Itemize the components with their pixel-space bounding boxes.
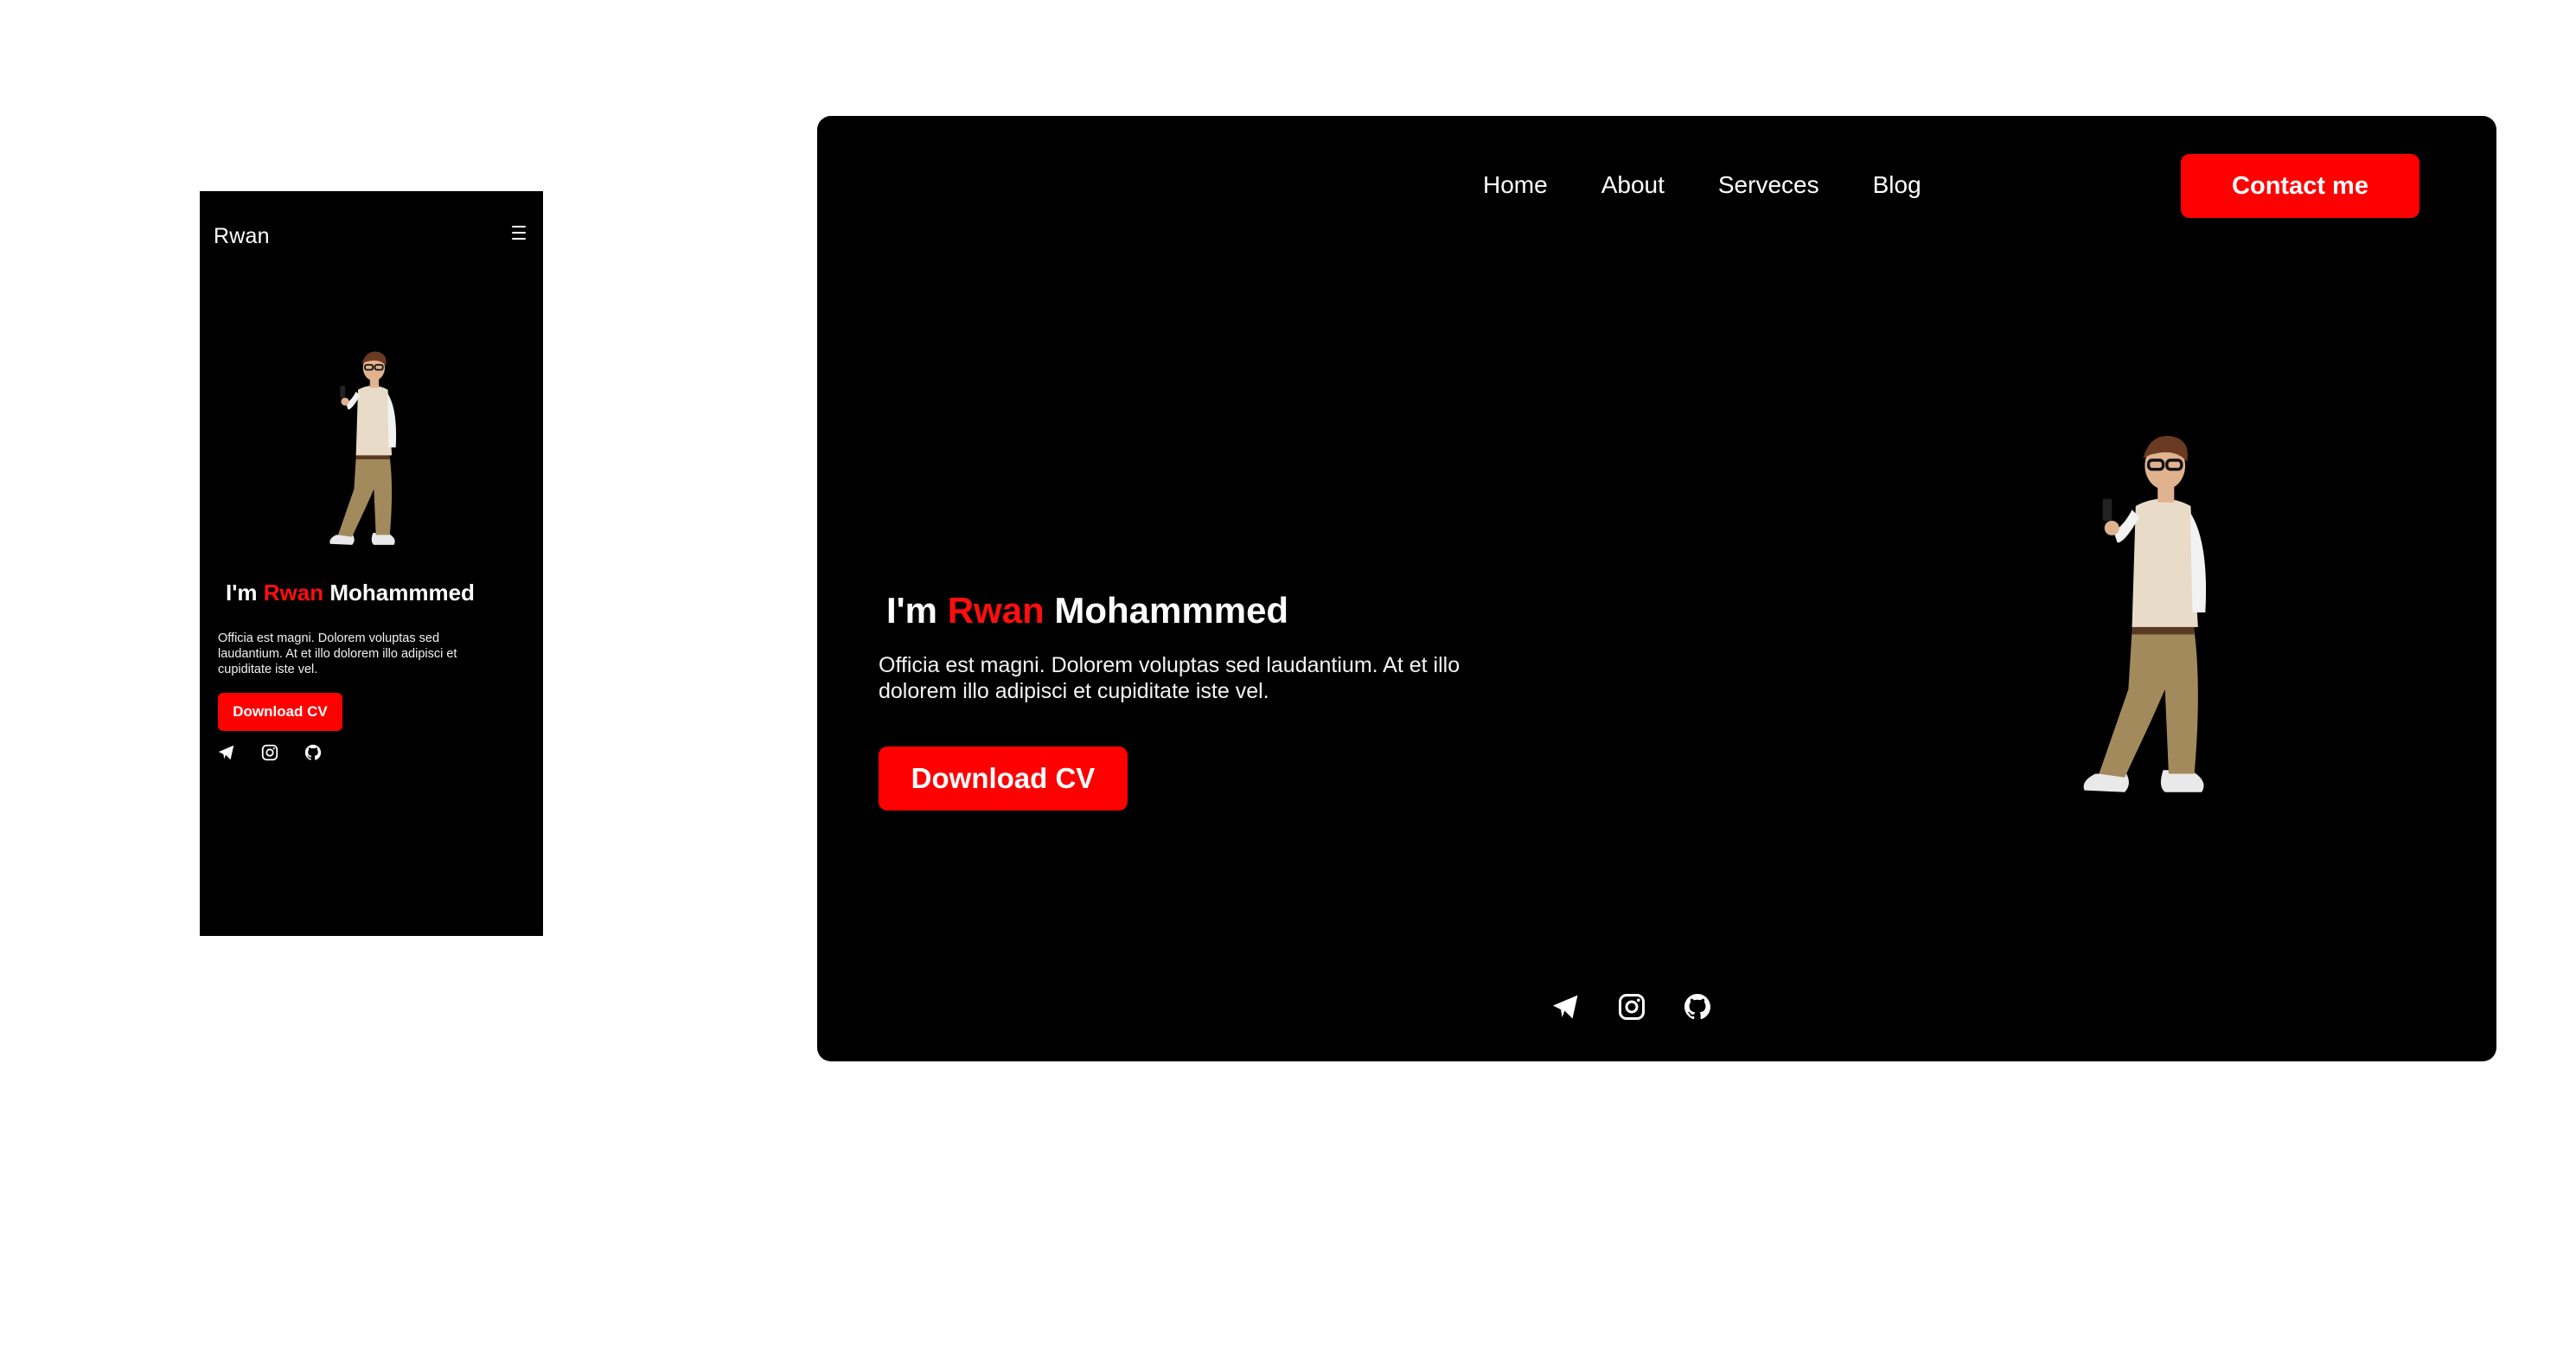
hero-last-name: Mohammmed <box>1054 590 1289 631</box>
brand-logo[interactable]: Rwan <box>214 224 270 249</box>
hero-title: I'm Rwan Mohammmed <box>886 590 1288 631</box>
download-cv-button[interactable]: Download CV <box>218 693 342 731</box>
telegram-icon[interactable] <box>1550 991 1582 1022</box>
github-icon[interactable] <box>1682 991 1713 1022</box>
hamburger-menu-icon[interactable] <box>512 226 526 240</box>
hero-last-name: Mohammmed <box>329 580 475 606</box>
hero-character-image <box>2062 414 2246 812</box>
hero-greeting: I'm <box>226 580 258 606</box>
hero-description: Officia est magni. Dolorem voluptas sed … <box>218 631 457 676</box>
github-icon[interactable] <box>304 743 323 762</box>
social-links <box>217 743 323 762</box>
telegram-icon[interactable] <box>217 743 236 762</box>
nav-item-about[interactable]: About <box>1601 171 1665 199</box>
hero-character-image <box>318 340 418 552</box>
social-links <box>1550 991 1713 1022</box>
main-nav: Home About Serveces Blog <box>1483 171 1921 199</box>
download-cv-button[interactable]: Download CV <box>879 747 1128 811</box>
hero-title: I'm Rwan Mohammmed <box>226 580 475 606</box>
instagram-icon[interactable] <box>1616 991 1647 1022</box>
nav-item-blog[interactable]: Blog <box>1873 171 1921 199</box>
hero-first-name: Rwan <box>263 580 324 606</box>
nav-item-home[interactable]: Home <box>1483 171 1548 199</box>
hero-greeting: I'm <box>886 590 938 631</box>
instagram-icon[interactable] <box>260 743 279 762</box>
desktop-frame: Home About Serveces Blog Contact me I'm … <box>817 116 2496 1061</box>
contact-me-button[interactable]: Contact me <box>2181 154 2419 218</box>
hero-first-name: Rwan <box>947 590 1045 631</box>
hero-description: Officia est magni. Dolorem voluptas sed … <box>879 653 1461 703</box>
mobile-frame: Rwan I'm Rwan Mohammmed Officia est magn… <box>200 191 543 936</box>
design-canvas: Rwan I'm Rwan Mohammmed Officia est magn… <box>0 0 2576 1365</box>
nav-item-services[interactable]: Serveces <box>1718 171 1819 199</box>
